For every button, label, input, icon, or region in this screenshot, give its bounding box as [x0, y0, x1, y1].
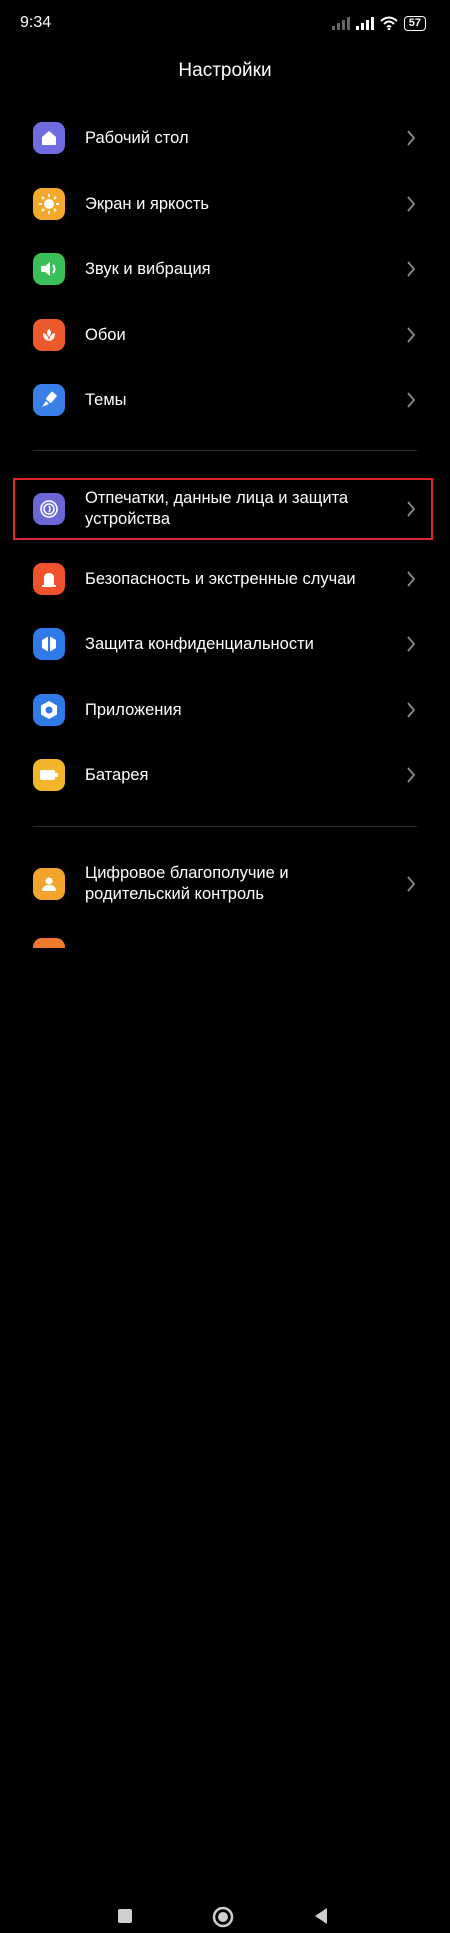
settings-item-label: Батарея	[85, 765, 149, 784]
signal-icon	[355, 16, 374, 30]
settings-item-digital-wellbeing[interactable]: Цифровое благополучие и родительский кон…	[0, 862, 450, 906]
chevron-right-icon	[407, 702, 416, 718]
chevron-right-icon	[407, 767, 416, 783]
battery-icon	[33, 759, 65, 791]
settings-item-label: Рабочий стол	[85, 128, 189, 147]
flower-icon	[33, 319, 65, 351]
chevron-right-icon	[407, 636, 416, 652]
settings-item-label: Защита конфиденциальности	[85, 634, 314, 653]
settings-item-apps[interactable]: Приложения	[0, 690, 450, 730]
settings-item-sound[interactable]: Звук и вибрация	[0, 249, 450, 289]
settings-item-safety-emergency[interactable]: Безопасность и экстренные случаи	[0, 559, 450, 599]
sun-icon	[33, 188, 65, 220]
wifi-icon	[380, 16, 398, 30]
alarm-icon	[33, 563, 65, 595]
settings-item-label: Приложения	[85, 700, 182, 719]
chevron-right-icon	[407, 571, 416, 587]
status-bar: 9:34 57	[0, 0, 450, 44]
home-icon	[33, 122, 65, 154]
settings-item-display[interactable]: Экран и яркость	[0, 184, 450, 224]
chevron-right-icon	[407, 130, 416, 146]
status-icons: 57	[331, 14, 426, 32]
brush-icon	[33, 384, 65, 416]
circle-icon	[212, 1906, 234, 1928]
status-time: 9:34	[20, 14, 52, 31]
section-divider	[33, 450, 417, 451]
settings-item-privacy[interactable]: Защита конфиденциальности	[0, 624, 450, 664]
settings-item-label: Цифровое благополучие и родительский кон…	[85, 864, 289, 903]
signal-icon	[331, 16, 350, 30]
square-icon	[118, 1909, 132, 1923]
recents-button[interactable]	[117, 1908, 133, 1929]
settings-item-home-screen[interactable]: Рабочий стол	[0, 118, 450, 158]
navigation-bar	[0, 944, 450, 1928]
settings-item-battery[interactable]: Батарея	[0, 755, 450, 795]
chevron-right-icon	[407, 196, 416, 212]
highlight-frame	[13, 478, 433, 540]
back-button[interactable]	[313, 1907, 329, 1930]
settings-item-wallpaper[interactable]: Обои	[0, 315, 450, 355]
settings-item-label: Звук и вибрация	[85, 259, 211, 278]
section-divider	[33, 826, 417, 827]
chevron-right-icon	[407, 261, 416, 277]
settings-item-label: Темы	[85, 390, 127, 409]
shield-icon	[33, 628, 65, 660]
settings-item-label: Обои	[85, 325, 126, 344]
triangle-back-icon	[315, 1908, 327, 1924]
chevron-right-icon	[407, 392, 416, 408]
chevron-right-icon	[407, 327, 416, 343]
chevron-right-icon	[407, 876, 416, 892]
home-button[interactable]	[212, 1906, 234, 1933]
settings-item-label: Безопасность и экстренные случаи	[85, 569, 356, 588]
page-title: Настройки	[178, 60, 272, 81]
battery-indicator: 57	[403, 15, 426, 31]
settings-item-themes[interactable]: Темы	[0, 380, 450, 420]
gear-icon	[33, 694, 65, 726]
speaker-icon	[33, 253, 65, 285]
person-icon	[33, 868, 65, 900]
settings-item-label: Экран и яркость	[85, 194, 210, 213]
